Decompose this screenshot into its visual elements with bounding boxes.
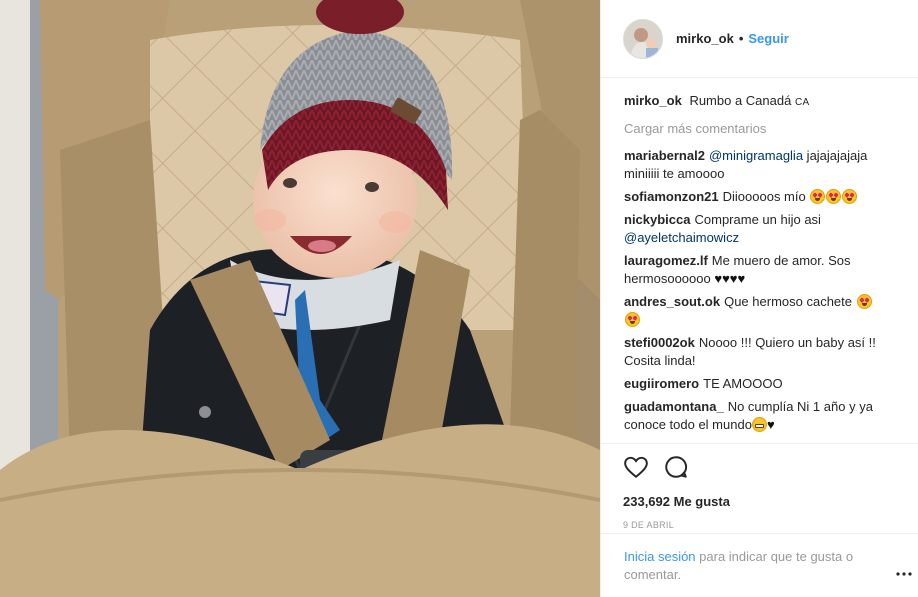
- comment-username[interactable]: nickybicca: [624, 212, 691, 227]
- comment-username[interactable]: eugiiromero: [624, 376, 699, 391]
- load-more-comments-button[interactable]: Cargar más comentarios: [624, 120, 906, 138]
- black-hearts-emoji-icon: ♥♥♥♥: [714, 271, 746, 286]
- post-header: mirko_ok • Seguir: [601, 0, 918, 78]
- follow-button[interactable]: Seguir: [748, 31, 788, 46]
- comment-text: Diiooooos mío: [722, 189, 806, 204]
- heart-eyes-emoji-icon: [842, 189, 858, 204]
- post-photo[interactable]: [0, 0, 600, 597]
- comment-item: nickybicca Comprame un hijo asi @ayeletch…: [624, 211, 906, 247]
- heart-eyes-emoji-icon: [810, 189, 826, 204]
- likes-count[interactable]: 233,692 Me gusta: [623, 493, 898, 511]
- author-username[interactable]: mirko_ok: [676, 31, 734, 46]
- heart-eyes-emoji-icon: [826, 189, 842, 204]
- post-date[interactable]: 9 de abril: [623, 520, 898, 530]
- separator-dot: •: [738, 31, 744, 46]
- comment-text: Comprame un hijo asi: [694, 212, 821, 227]
- avatar-photo: [624, 19, 662, 58]
- comment-mention[interactable]: @ayeletchaimowicz: [624, 230, 739, 245]
- more-options-icon[interactable]: [896, 564, 912, 576]
- login-prompt: Inicia sesión para indicar que te gusta …: [601, 533, 918, 584]
- heart-outline-icon[interactable]: [623, 454, 649, 480]
- comment-item: stefi0002ok Noooo !!! Quiero un baby así …: [624, 334, 906, 370]
- caption-username[interactable]: mirko_ok: [624, 93, 682, 108]
- comment-username[interactable]: lauragomez.lf: [624, 253, 708, 268]
- comment-username[interactable]: sofiamonzon21: [624, 189, 719, 204]
- grimacing-emoji-icon: [751, 417, 767, 432]
- comment-item: guadamontana_ No cumplía Ni 1 año y ya co…: [624, 398, 906, 434]
- comment-username[interactable]: andres_sout.ok: [624, 294, 720, 309]
- heart-eyes-emoji-icon: [856, 294, 872, 309]
- comments-list[interactable]: mirko_ok Rumbo a Canadá CA Cargar más co…: [601, 78, 918, 443]
- comment-username[interactable]: stefi0002ok: [624, 335, 695, 350]
- comment-mention[interactable]: @minigramaglia: [709, 148, 803, 163]
- comment-item: andres_sout.ok Que hermoso cachete: [624, 293, 906, 329]
- comment-item: mariabernal2 @minigramaglia jajajajajaja …: [624, 147, 906, 183]
- speech-bubble-icon[interactable]: [663, 454, 689, 480]
- login-link[interactable]: Inicia sesión: [624, 549, 696, 564]
- comment-item: sofiamonzon21 Diiooooos mío: [624, 188, 906, 206]
- black-heart-emoji-icon: ♥: [766, 417, 775, 432]
- baby-in-stroller-image: [0, 0, 600, 597]
- comment-text: TE AMOOOO: [703, 376, 783, 391]
- comment-username[interactable]: guadamontana_: [624, 399, 724, 414]
- caption-text: Rumbo a Canadá: [689, 93, 792, 108]
- comment-text: Que hermoso cachete: [724, 294, 852, 309]
- likes-label: Me gusta: [673, 494, 730, 509]
- heart-eyes-emoji-icon: [625, 312, 640, 327]
- post-actions: 233,692 Me gusta 9 de abril: [601, 443, 918, 530]
- post-side-panel: mirko_ok • Seguir mirko_ok Rumbo a Canad…: [600, 0, 918, 597]
- likes-number: 233,692: [623, 494, 670, 509]
- comment-item: eugiiromero TE AMOOOO: [624, 375, 906, 393]
- comment-item: lauragomez.lf Me muero de amor. Sos hermo…: [624, 252, 906, 288]
- comment-username[interactable]: mariabernal2: [624, 148, 705, 163]
- post-caption: mirko_ok Rumbo a Canadá CA: [624, 92, 906, 112]
- author-avatar[interactable]: [623, 18, 663, 59]
- caption-country-tag: CA: [794, 97, 810, 108]
- action-icons-row: [623, 454, 898, 480]
